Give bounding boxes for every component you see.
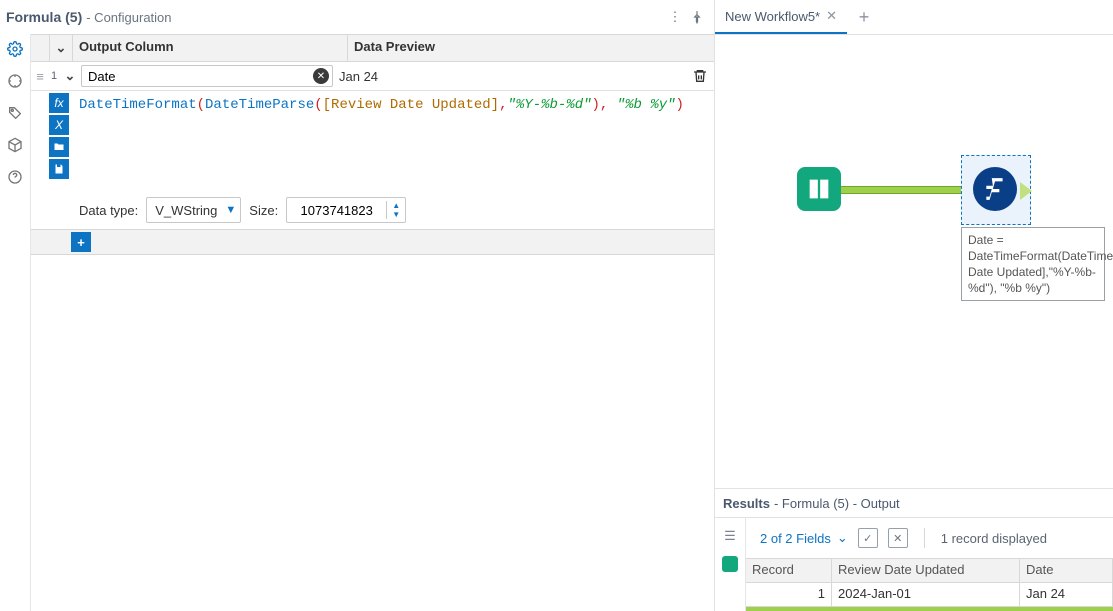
add-expression-button[interactable]: + xyxy=(71,232,91,252)
collapse-all-icon[interactable]: ⌄ xyxy=(50,35,73,61)
expression-editor[interactable]: DateTimeFormat(DateTimeParse([Review Dat… xyxy=(71,91,714,191)
config-title-bar: Formula (5) - Configuration ⋮ xyxy=(0,0,714,34)
expression-area: fx X DateTimeFormat(DateTimeParse([Revie… xyxy=(31,91,714,230)
list-view-icon[interactable]: ☰ xyxy=(722,528,738,544)
tool-connection xyxy=(835,186,977,194)
help-icon[interactable] xyxy=(6,168,24,186)
workflow-canvas[interactable]: Date = DateTimeFormat(DateTimeParse([Rev… xyxy=(715,35,1113,488)
field-count-dropdown[interactable]: 2 of 2 Fields ⌄ xyxy=(760,530,848,546)
col-date[interactable]: Date xyxy=(1020,559,1113,583)
add-expression-row: + xyxy=(31,230,714,255)
save-icon[interactable] xyxy=(49,159,69,179)
formula-tool[interactable] xyxy=(973,167,1017,211)
output-column-input[interactable] xyxy=(81,65,333,87)
configuration-panel: Formula (5) - Configuration ⋮ xyxy=(0,0,715,611)
drag-handle-icon[interactable]: ≡ xyxy=(31,62,49,90)
new-tab-button[interactable]: + xyxy=(847,0,881,34)
tag-icon[interactable] xyxy=(6,104,24,122)
size-input[interactable] xyxy=(287,202,386,219)
chevron-down-icon: ⌄ xyxy=(837,530,848,546)
data-type-value: V_WString xyxy=(155,203,217,218)
delete-row-icon[interactable] xyxy=(686,62,714,90)
results-side-icons: ☰ xyxy=(715,518,746,611)
workflow-tab-label: New Workflow5* xyxy=(725,9,820,24)
results-output-anchor-icon[interactable] xyxy=(722,556,738,572)
workflow-tab[interactable]: New Workflow5* ✕ xyxy=(715,0,847,34)
clear-action-icon[interactable]: ✕ xyxy=(888,528,908,548)
formula-field-row: ≡ 1 ⌄ ✕ Jan 24 xyxy=(31,62,714,91)
config-side-icons xyxy=(0,34,31,611)
formula-grid-header: ⌄ Output Column Data Preview xyxy=(31,34,714,62)
results-title-bar: Results - Formula (5) - Output xyxy=(715,488,1113,518)
size-label: Size: xyxy=(249,203,278,218)
tool-annotation: Date = DateTimeFormat(DateTimeParse([Rev… xyxy=(961,227,1105,301)
fx-functions-icon[interactable]: fx xyxy=(49,93,69,113)
config-subtitle: - Configuration xyxy=(86,10,171,25)
results-header-row: Record Review Date Updated Date xyxy=(746,559,1113,583)
workspace-tab-bar: New Workflow5* ✕ + xyxy=(715,0,1113,35)
close-tab-icon[interactable]: ✕ xyxy=(826,8,837,24)
col-record[interactable]: Record xyxy=(746,559,832,583)
x-variables-icon[interactable]: X xyxy=(49,115,69,135)
size-step-down-icon[interactable]: ▼ xyxy=(387,210,405,219)
cell-date: Jan 24 xyxy=(1020,583,1113,607)
results-toolbar: 2 of 2 Fields ⌄ ✓ ✕ 1 record displayed xyxy=(746,518,1113,558)
col-review-date-updated[interactable]: Review Date Updated xyxy=(832,559,1020,583)
kebab-menu-icon[interactable]: ⋮ xyxy=(664,6,686,28)
collapse-row-icon[interactable]: ⌄ xyxy=(59,62,81,90)
formula-output-anchor[interactable] xyxy=(1020,182,1032,200)
output-column-header: Output Column xyxy=(73,35,348,61)
cube-icon[interactable] xyxy=(6,136,24,154)
data-type-select[interactable]: V_WString ▼ xyxy=(146,197,241,223)
size-step-up-icon[interactable]: ▲ xyxy=(387,201,405,210)
gear-icon[interactable] xyxy=(6,40,24,58)
checkbox-action-icon[interactable]: ✓ xyxy=(858,528,878,548)
row-index: 1 xyxy=(49,62,59,90)
results-table: Record Review Date Updated Date 1 2024-J… xyxy=(746,558,1113,611)
config-title: Formula (5) xyxy=(6,9,82,25)
chevron-down-icon: ▼ xyxy=(225,204,236,216)
results-data-row[interactable]: 1 2024-Jan-01 Jan 24 xyxy=(746,583,1113,607)
target-icon[interactable] xyxy=(6,72,24,90)
data-preview-header: Data Preview xyxy=(348,35,714,61)
data-preview-value: Jan 24 xyxy=(333,62,686,90)
data-type-label: Data type: xyxy=(79,203,138,218)
size-stepper[interactable]: ▲ ▼ xyxy=(286,197,406,223)
folder-browse-icon[interactable] xyxy=(49,137,69,157)
clear-input-icon[interactable]: ✕ xyxy=(313,68,329,84)
record-count: 1 record displayed xyxy=(941,531,1047,546)
results-title: Results xyxy=(723,496,770,511)
input-data-tool[interactable] xyxy=(797,167,841,211)
cell-review-date-updated: 2024-Jan-01 xyxy=(832,583,1020,607)
pin-icon[interactable] xyxy=(686,6,708,28)
results-subtitle: - Formula (5) - Output xyxy=(774,496,900,511)
cell-record: 1 xyxy=(746,583,832,607)
